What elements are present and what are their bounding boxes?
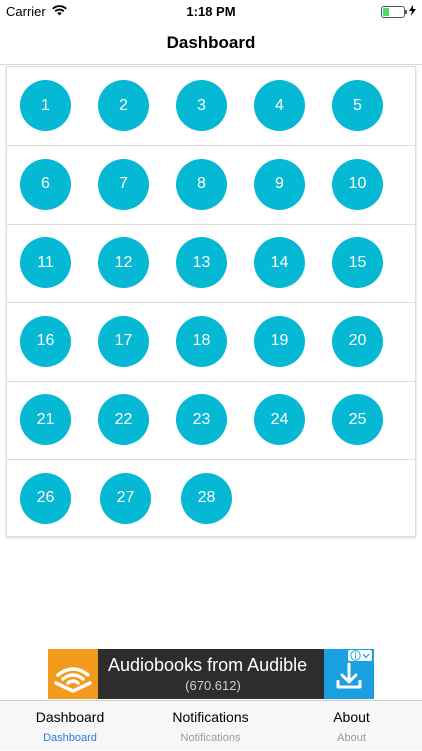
number-button-20[interactable]: 20	[332, 315, 383, 367]
number-button-24[interactable]: 24	[254, 394, 305, 445]
battery-icon	[381, 5, 407, 18]
status-right	[381, 4, 416, 19]
number-button-25[interactable]: 25	[332, 394, 383, 445]
number-button-13[interactable]: 13	[176, 237, 227, 288]
audible-logo-icon	[48, 649, 98, 699]
tab-bar: Dashboard Dashboard Notifications Notificat…	[0, 700, 422, 750]
number-button-6[interactable]: 6	[20, 158, 71, 210]
number-button-5[interactable]: 5	[332, 80, 383, 131]
grid-row: 11 12 13 14 15	[7, 224, 415, 303]
status-bar: Carrier 1:18 PM	[0, 0, 422, 22]
number-button-17[interactable]: 17	[98, 315, 149, 367]
grid-row: 6 7 8 9 10	[7, 146, 415, 225]
number-button-9[interactable]: 9	[254, 158, 305, 210]
number-button-3[interactable]: 3	[176, 80, 227, 131]
number-button-8[interactable]: 8	[176, 158, 227, 210]
tab-label: Dashboard	[35, 709, 105, 725]
tab-sublabel: About	[337, 732, 366, 744]
number-button-10[interactable]: 10	[332, 158, 383, 210]
tab-sublabel: Dashboard	[43, 732, 97, 744]
number-button-21[interactable]: 21	[20, 394, 71, 445]
tab-notifications[interactable]: Notifications Notifications	[140, 701, 281, 751]
number-button-14[interactable]: 14	[254, 237, 305, 288]
grid-row: 12345	[7, 67, 415, 146]
number-button-1[interactable]: 1	[20, 80, 71, 131]
navigation-bar: Dashboard	[0, 22, 422, 65]
grid-row: 21 22 23 24 25	[7, 381, 415, 460]
grid-row: 26 27 28	[7, 460, 415, 538]
charging-bolt-icon	[409, 4, 416, 19]
number-button-22[interactable]: 22	[98, 394, 149, 445]
number-button-12[interactable]: 12	[98, 237, 149, 288]
ad-rating-count: (670.612)	[185, 678, 241, 693]
number-button-18[interactable]: 18	[176, 315, 227, 367]
tab-sublabel: Notifications	[180, 732, 241, 744]
number-button-19[interactable]: 19	[254, 315, 305, 367]
chevron-down-icon	[362, 653, 370, 658]
tab-dashboard[interactable]: Dashboard Dashboard	[0, 701, 140, 751]
ad-title: Audiobooks from Audible	[108, 655, 308, 675]
number-button-16[interactable]: 16	[20, 315, 71, 367]
number-grid: 1 2 3 4 5 6 7 8 9 10 11 12 13 14 15 16 17 18 19 20 21 22 23 24 2…	[6, 66, 416, 537]
grid-row: 16 17 18 19 20	[7, 303, 415, 382]
info-icon[interactable]	[348, 650, 372, 661]
page-title: Dashboard	[166, 33, 256, 52]
number-button-15[interactable]: 15	[332, 237, 383, 288]
number-button-23[interactable]: 23	[176, 394, 227, 445]
tab-about[interactable]: About About	[281, 701, 422, 751]
ad-banner[interactable]: Audiobooks from Audible (670.612)	[48, 649, 374, 699]
number-button-27[interactable]: 27	[100, 472, 151, 524]
number-button-28[interactable]: 28	[181, 472, 232, 524]
status-time: 1:18 PM	[186, 4, 236, 19]
number-button-7[interactable]: 7	[98, 158, 149, 210]
tab-label: Notifications	[172, 709, 249, 725]
tab-label: About	[333, 709, 370, 725]
number-button-11[interactable]: 11	[20, 237, 71, 288]
number-button-2[interactable]: 2	[98, 80, 149, 131]
number-button-26[interactable]: 26	[20, 472, 71, 524]
number-button-4[interactable]: 4	[254, 80, 305, 131]
